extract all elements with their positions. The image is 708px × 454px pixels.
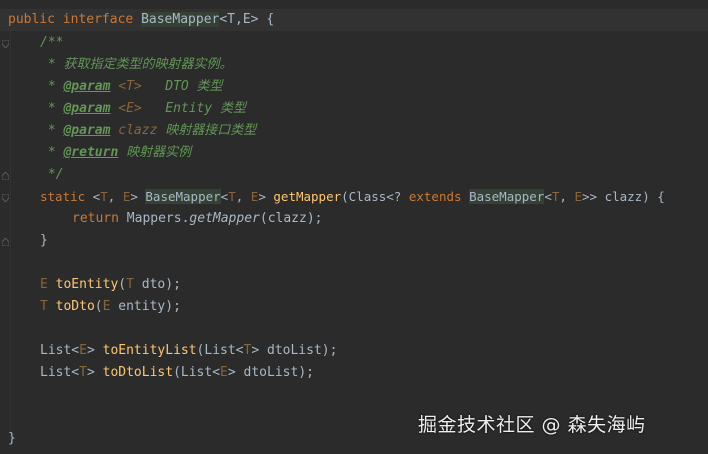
generic-params: <T,E> [219,12,259,27]
punct: < [85,189,101,204]
code-line-8[interactable]: */ [40,164,64,186]
comment-open: /** [40,35,64,50]
code-line-9[interactable]: static <T, E> BaseMapper<T, E> getMapper… [40,186,665,208]
type-param: E [220,365,228,380]
punct: ( [118,277,127,292]
code-line-6[interactable]: * @param clazz 映射器接口类型 [40,120,256,142]
code-line-13[interactable]: T toDto(E entity); [40,296,181,318]
punct: dto); [133,277,181,292]
punct [462,189,470,204]
type-ref: List< [40,343,80,358]
param-desc: Entity 类型 [141,101,247,116]
code-line-11[interactable]: } [40,230,48,252]
type-param: T [40,299,48,314]
fold-marker-icon[interactable] [2,172,9,180]
interface-name: BaseMapper [141,12,220,27]
class-ref: BaseMapper [145,189,221,204]
fold-marker-icon[interactable] [2,238,9,246]
punct: > dtoList); [227,365,314,380]
punct: < [544,189,552,204]
type-param: E [79,343,87,358]
javadoc-tag: @return [63,145,119,160]
code-line-7[interactable]: * @return 映射器实例 [40,142,191,164]
comment-star: * [40,101,64,116]
keyword: extends [408,189,462,204]
punct: > [86,365,103,380]
fold-marker-icon[interactable] [2,40,9,48]
brace: } [8,431,16,446]
indent-guide [10,31,11,439]
punct: entity); [110,299,181,314]
method-name: toDto [55,299,95,314]
code-line-12[interactable]: E toEntity(T dto); [40,274,181,296]
comment-close: */ [40,167,64,182]
code-line-3[interactable]: * 获取指定类型的映射器实例。 [40,54,233,76]
punct: (Class<? [341,189,409,204]
punct: (clazz); [259,211,323,226]
code-line-1[interactable]: public interface BaseMapper<T,E> { [0,9,708,31]
keyword: interface [62,12,134,27]
code-line-14[interactable]: List<E> toEntityList(List<T> dtoList); [40,340,337,362]
method-name: toDtoList [102,365,174,380]
punct: , [107,189,123,204]
code-line-16[interactable]: } [8,428,16,450]
static-call: getMapper [189,211,260,226]
keyword: public [8,12,55,27]
javadoc-tag: @param [63,101,111,116]
javadoc-tag: @param [63,123,111,138]
method-name: getMapper [273,189,342,204]
punct: , [559,189,575,204]
keyword: return [72,211,119,226]
type-param: E [40,277,48,292]
code-line-2[interactable]: /** [40,32,63,54]
punct: (List< [196,343,244,358]
punct [48,277,56,292]
punct: > dtoList); [251,343,338,358]
method-name: toEntityList [102,343,197,358]
method-name: toEntity [55,277,119,292]
type-param: T [79,365,87,380]
param-name: <T> [110,79,142,94]
return-desc: 映射器实例 [118,145,192,160]
type-param: T [126,277,134,292]
punct [48,299,56,314]
punct: (List< [173,365,221,380]
code-line-15[interactable]: List<T> toDtoList(List<E> dtoList); [40,362,314,384]
comment-star: * [40,123,64,138]
punct: > [86,343,103,358]
punct: , [235,189,251,204]
call-target: Mappers. [118,211,190,226]
keyword: static [40,189,86,204]
fold-marker-icon[interactable] [2,194,9,202]
type-param: T [228,189,236,204]
type-ref: List< [40,365,80,380]
code-line-10[interactable]: return Mappers.getMapper(clazz); [72,208,323,230]
brace: } [40,233,48,248]
punct: > [130,189,146,204]
punct: > [258,189,274,204]
param-name: <E> [110,101,142,116]
code-editor[interactable]: public interface BaseMapper<T,E> { /** *… [0,0,708,454]
punct: ( [94,299,103,314]
comment-star: * [40,145,64,160]
type-param: E [574,189,582,204]
param-desc: 映射器接口类型 [157,123,257,138]
comment-text: * 获取指定类型的映射器实例。 [40,57,233,72]
class-ref: BaseMapper [469,189,545,204]
param-name: clazz [110,123,158,138]
code-line-4[interactable]: * @param <T> DTO 类型 [40,76,223,98]
param-desc: DTO 类型 [141,79,223,94]
punct: >> clazz) { [582,189,665,204]
comment-star: * [40,79,64,94]
javadoc-tag: @param [63,79,111,94]
type-param: T [100,189,108,204]
code-line-5[interactable]: * @param <E> Entity 类型 [40,98,246,120]
watermark: 掘金技术社区 @ 森失海屿 [418,414,646,436]
brace: { [258,12,275,27]
